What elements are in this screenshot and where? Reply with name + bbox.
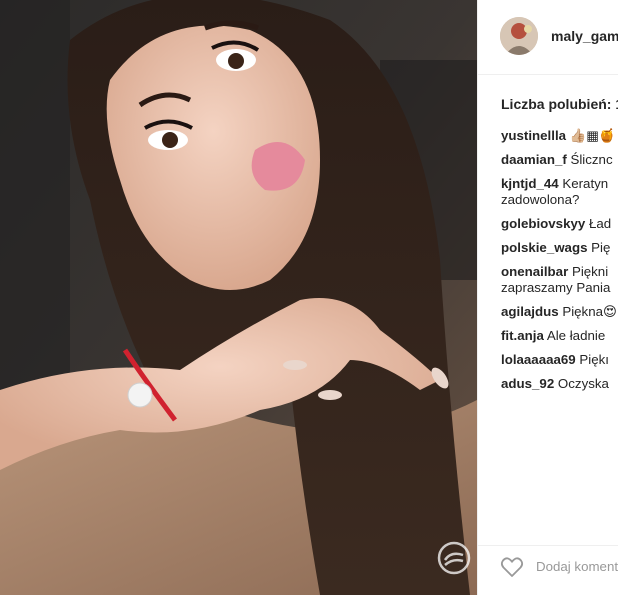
comment-text: Keratyn	[558, 176, 609, 191]
comments-list: yustinellla 👍🏼▦🍯 daamian_f Ślicznc kjntj…	[501, 128, 618, 400]
list-item: polskie_wags Pię	[501, 240, 618, 256]
comment-username[interactable]: fit.anja	[501, 328, 544, 343]
post-header: maly_gam	[478, 0, 618, 75]
comment-text: Pię	[587, 240, 611, 255]
list-item: lolaaaaaa69 Piękı	[501, 352, 618, 368]
comment-text: Ład	[585, 216, 612, 231]
post-photo	[0, 0, 477, 595]
site-logo-icon	[437, 541, 471, 575]
list-item: onenailbar Piękni zapraszamy Pania	[501, 264, 618, 296]
comment-text: Ślicznc	[566, 152, 613, 167]
comment-text-continued: zapraszamy Pania	[501, 280, 611, 295]
likes-count[interactable]: Liczba polubień: 1	[501, 96, 618, 112]
post-username[interactable]: maly_gam	[551, 28, 618, 44]
list-item: adus_92 Oczyska	[501, 376, 618, 392]
comment-username[interactable]: polskie_wags	[501, 240, 587, 255]
comment-text: Piękı	[575, 352, 609, 367]
comment-text-continued: zadowolona?	[501, 192, 580, 207]
avatar-image	[500, 17, 538, 55]
comment-username[interactable]: lolaaaaaa69	[501, 352, 576, 367]
comment-text: 👍🏼▦🍯	[566, 128, 616, 143]
comment-text: Ale ładnie	[543, 328, 606, 343]
list-item: kjntjd_44 Keratyn zadowolona?	[501, 176, 618, 208]
list-item: agilajdus Piękna😍	[501, 304, 618, 320]
comment-username[interactable]: kjntjd_44	[501, 176, 559, 191]
post-side-panel: maly_gam Liczba polubień: 1 yustinellla …	[477, 0, 618, 595]
list-item: yustinellla 👍🏼▦🍯	[501, 128, 618, 144]
list-item: golebiovskyy Ład	[501, 216, 618, 232]
heart-outline-icon[interactable]	[500, 556, 524, 578]
add-comment-input[interactable]	[536, 556, 618, 576]
list-item: daamian_f Ślicznc	[501, 152, 618, 168]
avatar[interactable]	[500, 17, 538, 55]
comment-username[interactable]: onenailbar	[501, 264, 568, 279]
comment-text: Oczyska	[554, 376, 609, 391]
comment-username[interactable]: agilajdus	[501, 304, 559, 319]
list-item: fit.anja Ale ładnie	[501, 328, 618, 344]
post-footer	[478, 545, 618, 595]
comment-username[interactable]: adus_92	[501, 376, 554, 391]
comment-username[interactable]: golebiovskyy	[501, 216, 585, 231]
selfie-photo-illustration	[0, 0, 477, 595]
comment-text: Piękna😍	[558, 304, 617, 319]
comment-username[interactable]: daamian_f	[501, 152, 567, 167]
comment-text: Piękni	[568, 264, 609, 279]
comment-username[interactable]: yustinellla	[501, 128, 566, 143]
